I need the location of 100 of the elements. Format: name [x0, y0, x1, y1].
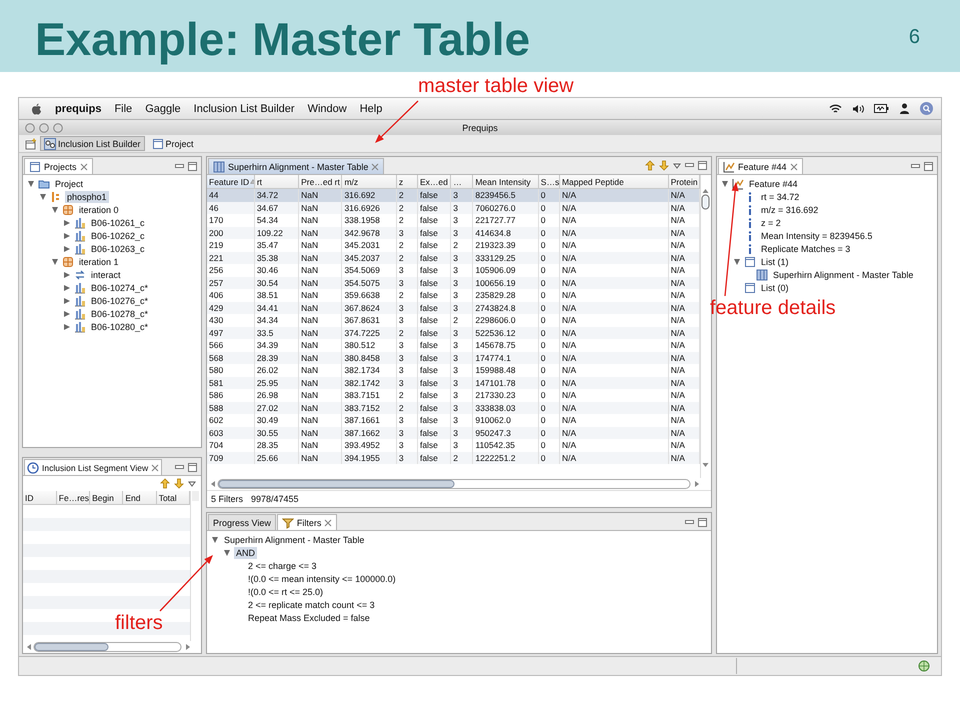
- column-header[interactable]: z: [396, 175, 418, 188]
- table-row[interactable]: 568 28.39 NaN 380.8458 3 false 3 174774.1 0 N/A N/A: [207, 352, 700, 364]
- view-tab[interactable]: Feature #44: [718, 158, 803, 174]
- column-header[interactable]: …: [450, 175, 473, 188]
- view-tab[interactable]: Filters: [276, 514, 338, 530]
- tree-item[interactable]: 2 <= replicate match count <= 3: [246, 598, 377, 610]
- perspective-button[interactable]: Inclusion List Builder: [40, 136, 145, 151]
- column-header[interactable]: rt: [254, 175, 299, 188]
- close-icon[interactable]: [151, 464, 160, 472]
- close-icon[interactable]: [324, 518, 332, 526]
- table-row[interactable]: 200 109.22 NaN 342.9678 3 false 3 414634.8 0 N/A N/A: [207, 226, 700, 239]
- close-icon[interactable]: [80, 162, 88, 170]
- tree-item[interactable]: iteration 0: [77, 204, 121, 216]
- menu-caret-icon[interactable]: [188, 480, 196, 486]
- tree-item[interactable]: List (1): [759, 256, 791, 268]
- maximize-icon[interactable]: [188, 463, 197, 472]
- view-tab[interactable]: Projects: [24, 158, 93, 174]
- column-header[interactable]: Mapped Peptide: [559, 175, 668, 188]
- maximize-icon[interactable]: [698, 161, 707, 170]
- column-header[interactable]: Fe…res: [56, 491, 90, 504]
- menu-caret-icon[interactable]: [673, 162, 681, 168]
- table-row[interactable]: 497 33.5 NaN 374.7225 2 false 3 522536.12 0 N/A N/A: [207, 326, 700, 339]
- tree-item[interactable]: B06-10280_c*: [89, 320, 150, 332]
- tree-item[interactable]: Mean Intensity = 8239456.5: [759, 230, 874, 242]
- menu-item[interactable]: Gaggle: [145, 102, 181, 114]
- tree-item[interactable]: Repeat Mass Excluded = false: [246, 612, 372, 624]
- table-row[interactable]: 44 34.72 NaN 316.692 2 false 3 8239456.5 0 N/A N/A: [207, 188, 700, 202]
- scrollbar[interactable]: [26, 642, 191, 652]
- tree-item[interactable]: m/z = 316.692: [759, 204, 820, 216]
- table-row[interactable]: 709 25.66 NaN 394.1955 3 false 2 1222251.2 0 N/A N/A: [207, 452, 700, 464]
- open-perspective-icon[interactable]: [25, 138, 37, 150]
- down-arrow-icon[interactable]: [174, 478, 184, 489]
- tree-item[interactable]: z = 2: [759, 216, 783, 228]
- menu-item[interactable]: File: [114, 102, 132, 114]
- wifi-icon[interactable]: [829, 104, 842, 114]
- view-tab[interactable]: Progress View: [208, 514, 276, 530]
- expander-icon[interactable]: [40, 194, 46, 200]
- scrollbar[interactable]: [210, 479, 700, 489]
- battery-icon[interactable]: [874, 104, 889, 113]
- tree-item[interactable]: Superhirn Alignment - Master Table: [222, 534, 366, 546]
- view-tab[interactable]: Inclusion List Segment View: [24, 459, 162, 475]
- tree-item[interactable]: List (0): [759, 282, 791, 294]
- minimize-icon[interactable]: [175, 164, 184, 169]
- table-row[interactable]: 429 34.41 NaN 367.8624 3 false 3 2743824.8 0 N/A N/A: [207, 302, 700, 314]
- down-arrow-icon[interactable]: [659, 160, 669, 171]
- menu-item[interactable]: Help: [360, 102, 382, 114]
- up-arrow-icon[interactable]: [160, 478, 170, 489]
- expander-icon[interactable]: [64, 298, 70, 304]
- tree-item[interactable]: B06-10263_c: [89, 242, 147, 254]
- up-arrow-icon[interactable]: [645, 160, 655, 171]
- tree-item[interactable]: Replicate Matches = 3: [759, 242, 852, 254]
- column-header[interactable]: Protein: [668, 175, 700, 188]
- expander-icon[interactable]: [64, 310, 70, 316]
- column-header[interactable]: Feature ID: [207, 175, 254, 188]
- tree-item[interactable]: interact: [89, 268, 123, 280]
- tree-item[interactable]: Superhirn Alignment - Master Table: [771, 268, 916, 280]
- tree-item[interactable]: B06-10261_c: [89, 216, 147, 228]
- column-header[interactable]: Total: [156, 491, 190, 504]
- close-icon[interactable]: [371, 162, 380, 170]
- column-header[interactable]: Begin: [90, 491, 123, 504]
- tree-item[interactable]: B06-10274_c*: [89, 282, 150, 294]
- tree-item[interactable]: AND: [234, 546, 258, 558]
- expander-icon[interactable]: [64, 284, 70, 290]
- tree-item[interactable]: !(0.0 <= mean intensity <= 100000.0): [246, 572, 398, 584]
- minimize-icon[interactable]: [685, 163, 694, 168]
- column-header[interactable]: Mean Intensity: [472, 175, 538, 188]
- tree-item[interactable]: phospho1: [65, 190, 109, 202]
- close-icon[interactable]: [790, 162, 798, 170]
- minimize-icon[interactable]: [685, 520, 694, 525]
- globe-icon[interactable]: [918, 660, 931, 672]
- column-header[interactable]: Ex…ed: [417, 175, 451, 188]
- expander-icon[interactable]: [64, 232, 70, 238]
- table-row[interactable]: 257 30.54 NaN 354.5075 3 false 3 100656.19 0 N/A N/A: [207, 276, 700, 289]
- expander-icon[interactable]: [64, 324, 70, 330]
- column-header[interactable]: ID: [23, 491, 56, 504]
- tree-item[interactable]: B06-10262_c: [89, 230, 147, 242]
- perspective-button[interactable]: Project: [148, 136, 198, 151]
- minimize-icon[interactable]: [911, 164, 920, 169]
- menu-item[interactable]: Inclusion List Builder: [194, 102, 295, 114]
- tree-item[interactable]: Feature #44: [747, 178, 800, 190]
- column-header[interactable]: m/z: [342, 175, 396, 188]
- expander-icon[interactable]: [64, 272, 70, 278]
- speaker-icon[interactable]: [852, 104, 864, 114]
- expander-icon[interactable]: [64, 220, 70, 226]
- tree-item[interactable]: rt = 34.72: [759, 190, 802, 202]
- maximize-icon[interactable]: [924, 162, 933, 171]
- view-tab[interactable]: Superhirn Alignment - Master Table: [208, 158, 384, 174]
- table-row[interactable]: 221 35.38 NaN 345.2037 2 false 3 333129.25 0 N/A N/A: [207, 252, 700, 264]
- column-header[interactable]: Pre…ed rt: [298, 175, 342, 188]
- expander-icon[interactable]: [212, 536, 218, 542]
- maximize-icon[interactable]: [698, 518, 707, 527]
- menu-item[interactable]: Window: [308, 102, 347, 114]
- scrollbar[interactable]: [191, 491, 200, 501]
- minimize-icon[interactable]: [175, 465, 184, 470]
- tree-item[interactable]: iteration 1: [77, 256, 121, 268]
- table-row[interactable]: 46 34.67 NaN 316.6926 2 false 3 7060276.0 0 N/A N/A: [207, 202, 700, 214]
- apple-icon[interactable]: [31, 102, 42, 114]
- table-row[interactable]: 581 25.95 NaN 382.1742 3 false 3 147101.78 0 N/A N/A: [207, 376, 700, 389]
- search-icon[interactable]: [920, 102, 933, 115]
- tree-item[interactable]: Project: [53, 178, 86, 190]
